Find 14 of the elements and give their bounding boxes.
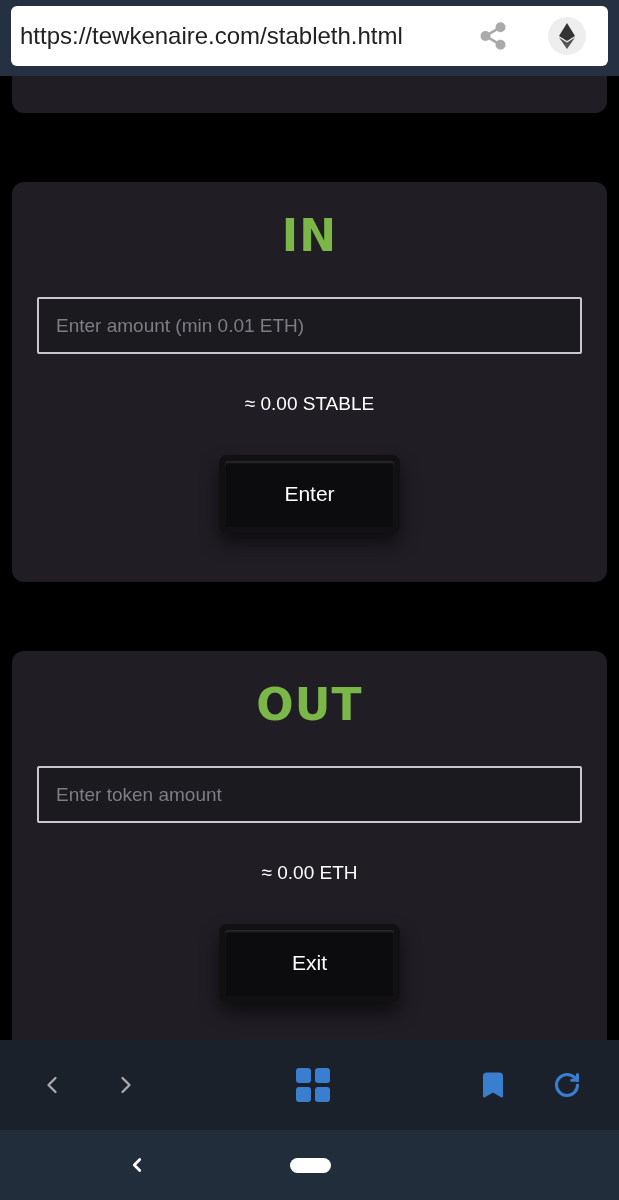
estimate-text: ≈ 0.00 ETH [261, 861, 358, 885]
action-button[interactable]: Enter [219, 454, 400, 533]
ethereum-icon[interactable] [548, 17, 586, 55]
amount-field[interactable]: Enter amount (min 0.01 ETH) [37, 297, 582, 354]
action-button[interactable]: Exit [219, 923, 400, 1002]
home-pill[interactable] [290, 1157, 331, 1173]
estimate-text: ≈ 0.00 STABLE [244, 392, 375, 416]
url-text: https://tewkenaire.com/stableth.html [20, 21, 404, 51]
reload-icon[interactable] [553, 1071, 581, 1099]
card-title: OUT [256, 679, 363, 731]
address-bar[interactable]: https://tewkenaire.com/stableth.html [11, 6, 608, 66]
card-title: IN [281, 210, 338, 262]
amount-field[interactable]: Enter token amount [37, 766, 582, 823]
tabs-grid-icon[interactable] [296, 1068, 330, 1102]
